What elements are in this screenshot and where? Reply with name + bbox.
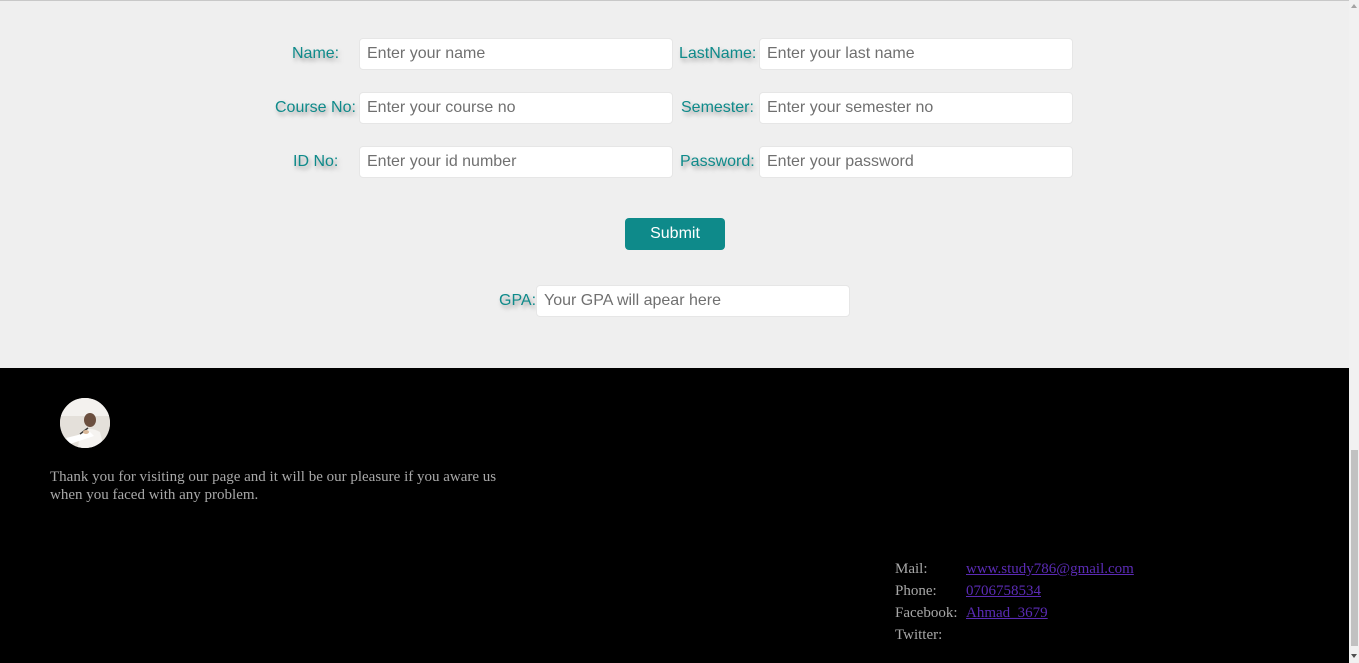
footer-message: Thank you for visiting our page and it w…	[50, 469, 497, 503]
course-label: Course No:	[275, 99, 356, 116]
mail-label: Mail:	[895, 561, 928, 577]
contact-mail-row: Mail: www.study786@gmail.com	[895, 558, 1134, 580]
scroll-up-arrow-icon[interactable]	[1351, 4, 1357, 8]
contact-phone-row: Phone: 0706758534	[895, 580, 1134, 602]
password-label: Password:	[680, 153, 755, 170]
semester-label: Semester:	[681, 99, 754, 116]
facebook-link[interactable]: Ahmad_3679	[966, 602, 1048, 624]
person-writing-icon	[60, 398, 110, 448]
scrollbar-thumb[interactable]	[1351, 450, 1358, 646]
lastname-label: LastName:	[679, 45, 757, 62]
id-input[interactable]	[359, 146, 673, 178]
footer: Thank you for visiting our page and it w…	[0, 368, 1349, 663]
facebook-label: Facebook:	[895, 605, 958, 621]
mail-link[interactable]: www.study786@gmail.com	[966, 558, 1134, 580]
scroll-down-arrow-icon[interactable]	[1351, 654, 1357, 658]
contact-info: Mail: www.study786@gmail.com Phone: 0706…	[895, 558, 1134, 646]
name-input[interactable]	[359, 38, 673, 70]
contact-twitter-row: Twitter:	[895, 624, 1134, 646]
contact-facebook-row: Facebook: Ahmad_3679	[895, 602, 1134, 624]
password-input[interactable]	[759, 146, 1073, 178]
gpa-output-field[interactable]	[536, 285, 850, 317]
avatar	[60, 398, 110, 448]
phone-link[interactable]: 0706758534	[966, 580, 1041, 602]
name-label: Name:	[292, 45, 340, 62]
phone-label: Phone:	[895, 583, 937, 599]
student-form: Name: LastName: Course No: Semester: ID …	[0, 1, 1349, 368]
semester-input[interactable]	[759, 92, 1073, 124]
twitter-label: Twitter:	[895, 627, 943, 643]
lastname-input[interactable]	[759, 38, 1073, 70]
submit-button[interactable]: Submit	[625, 218, 725, 250]
id-label: ID No:	[293, 153, 339, 170]
gpa-label: GPA:	[499, 292, 537, 309]
course-input[interactable]	[359, 92, 673, 124]
